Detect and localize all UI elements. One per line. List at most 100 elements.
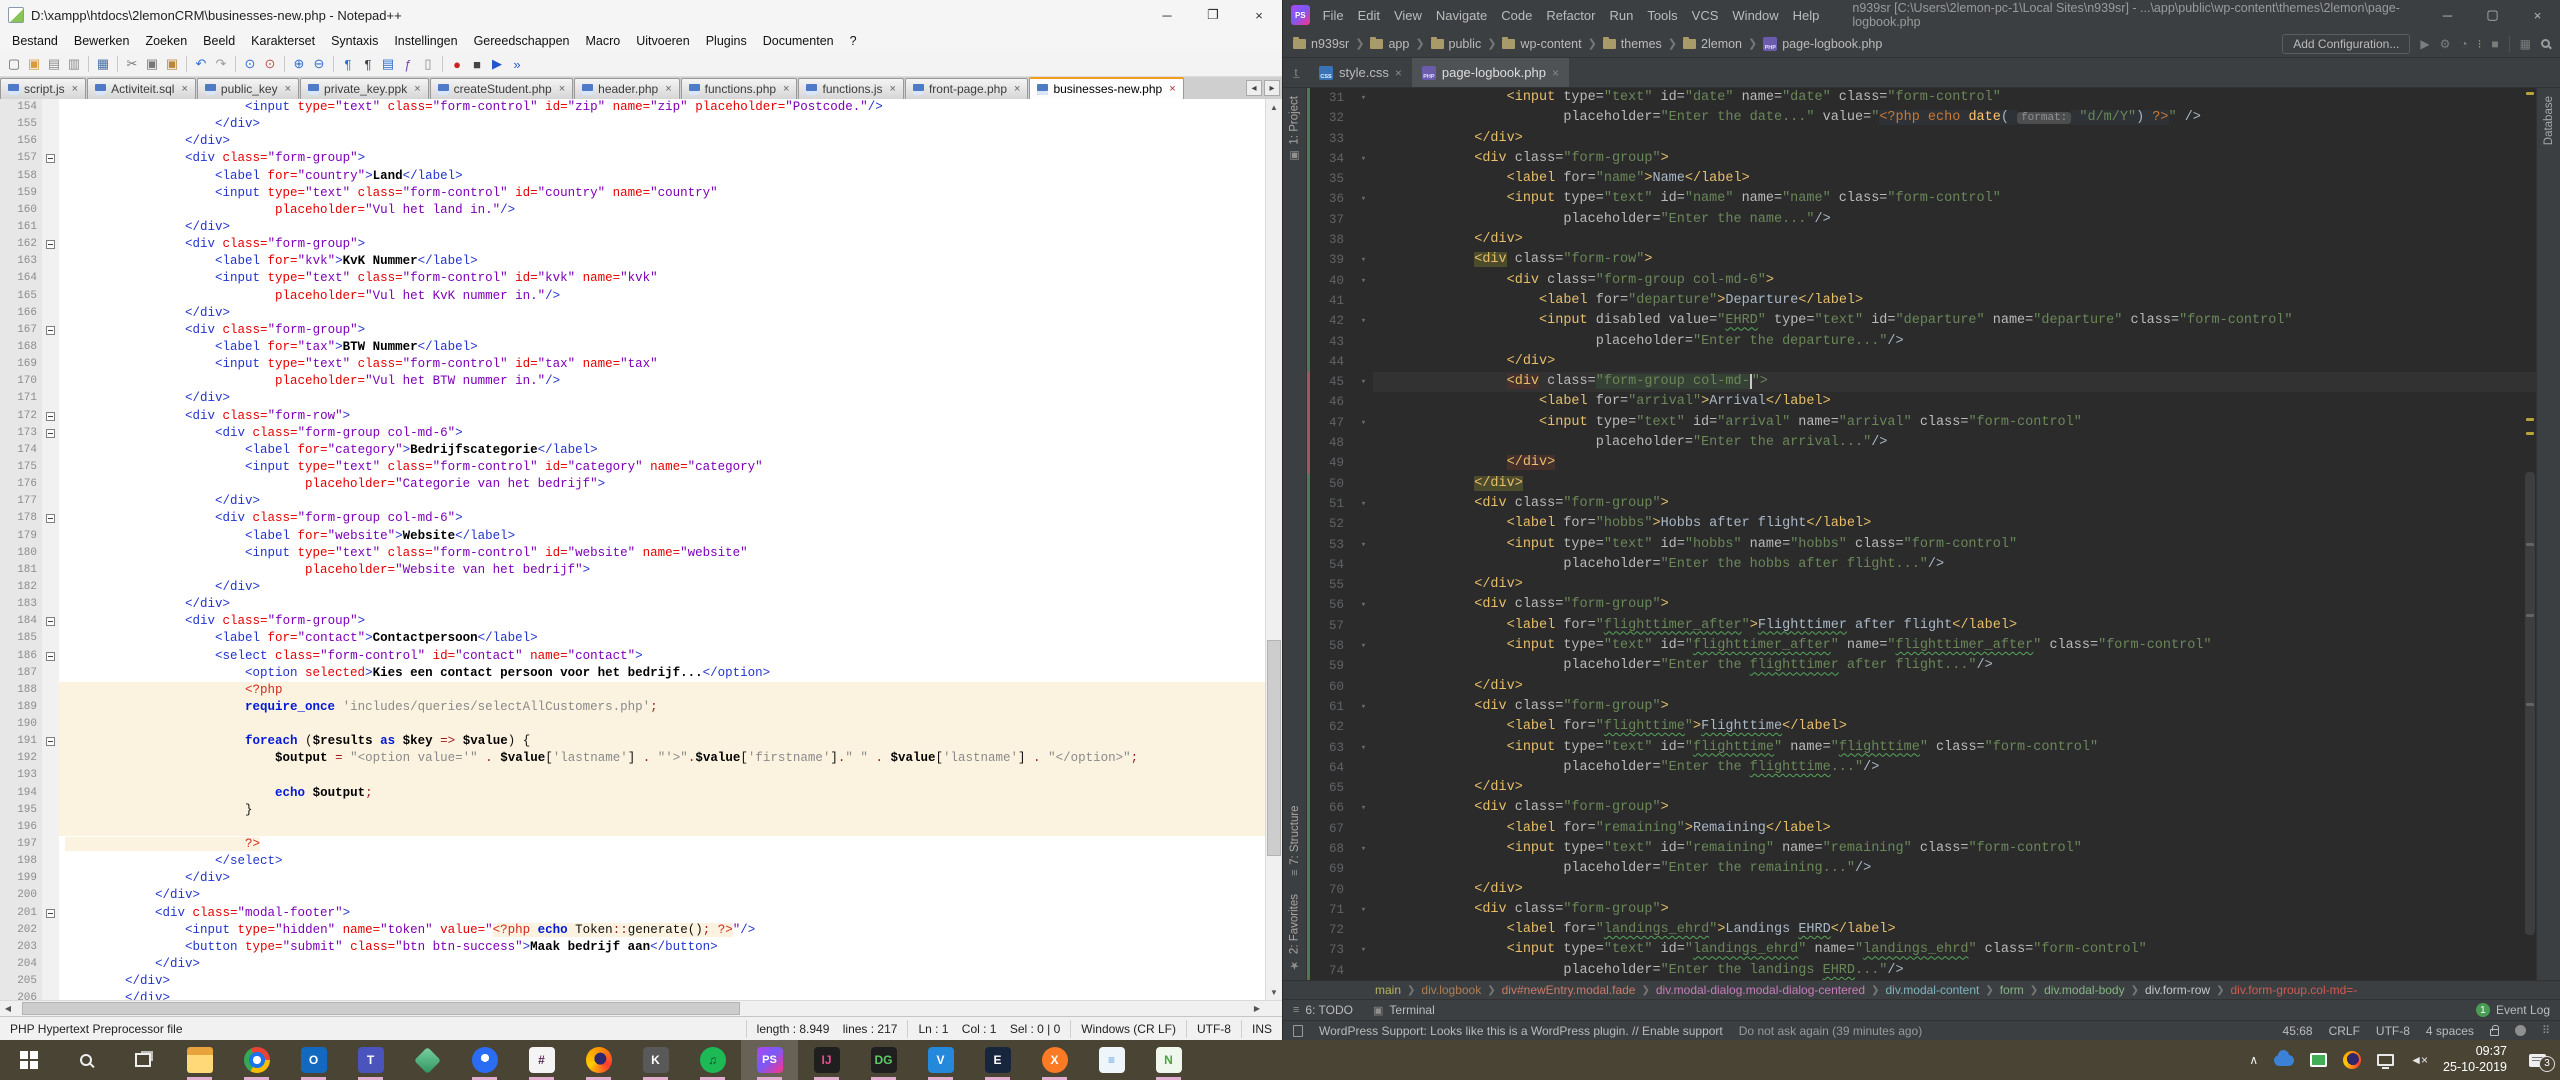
npp-code-line-186[interactable]: 186 <select class="form-control" id="con… [0, 647, 1265, 665]
menu-item-uitvoeren[interactable]: Uitvoeren [628, 34, 698, 48]
ps-code-line-42[interactable]: 42 ▾ <input disabled value="EHRD" type="t… [1307, 311, 2536, 332]
npp-code-line-165[interactable]: 165 placeholder="Vul het KvK nummer in."… [0, 287, 1265, 305]
record-macro-icon[interactable]: ● [447, 54, 467, 74]
menu-item-item[interactable]: ? [842, 34, 865, 48]
encoding-indicator[interactable]: UTF-8 [2376, 1024, 2410, 1038]
ps-minimize-button[interactable]: ─ [2425, 0, 2470, 30]
npp-close-button[interactable]: × [1236, 0, 1282, 30]
npp-code-line-175[interactable]: 175 <input type="text" class="form-contr… [0, 458, 1265, 477]
tab-functions-js[interactable]: functions.js × [798, 78, 904, 99]
taskbar-phpstorm[interactable]: PS [741, 1040, 798, 1080]
menu-item-plugins[interactable]: Plugins [698, 34, 755, 48]
volume-muted-icon[interactable]: ◄× [2410, 1053, 2428, 1067]
taskbar-sims-app[interactable] [399, 1040, 456, 1080]
menu-item-bestand[interactable]: Bestand [4, 34, 66, 48]
ps-code-line-73[interactable]: 73 ▾ <input type="text" id="landings_ehrd… [1307, 940, 2536, 961]
breadcrumb-div-form-row[interactable]: div.form-row [2145, 983, 2210, 997]
inspection-status-mark[interactable] [2526, 92, 2534, 95]
tab-scroll-right-icon[interactable]: ▸ [1264, 80, 1280, 96]
ps-code-line-49[interactable]: 49 </div> [1307, 453, 2536, 474]
npp-code-line-176[interactable]: 176 placeholder="Categorie van het bedri… [0, 476, 1265, 494]
tab-close-icon[interactable]: × [1169, 83, 1175, 95]
npp-encoding[interactable]: UTF-8 [1185, 1019, 1241, 1038]
ps-code-line-59[interactable]: 59 placeholder="Enter the flighttimer af… [1307, 656, 2536, 677]
menu-item-bewerken[interactable]: Bewerken [66, 34, 138, 48]
start-button[interactable] [0, 1040, 57, 1080]
word-wrap-icon[interactable]: ¶ [338, 54, 358, 74]
paste-icon[interactable]: ▣ [162, 54, 182, 74]
tab-close-icon[interactable]: × [414, 83, 420, 95]
npp-minimize-button[interactable]: ─ [1144, 0, 1190, 30]
npp-code-line-167[interactable]: 167 <div class="form-group"> [0, 321, 1265, 339]
stop-icon[interactable]: ■ [2491, 37, 2498, 51]
highlighting-level-icon[interactable] [2514, 1025, 2526, 1036]
menu-item-syntaxis[interactable]: Syntaxis [323, 34, 386, 48]
breadcrumb-form[interactable]: form [2000, 983, 2024, 997]
menu-item-edit[interactable]: Edit [1351, 8, 1387, 23]
tab-script-js[interactable]: script.js × [0, 78, 87, 99]
npp-code-line-193[interactable]: 193 [0, 767, 1265, 785]
taskbar-terminal-e-app[interactable]: E [969, 1040, 1026, 1080]
menu-item-navigate[interactable]: Navigate [1429, 8, 1494, 23]
search-everywhere-icon[interactable] [2541, 39, 2550, 48]
ps-code-line-69[interactable]: 69 placeholder="Enter the remaining..."/… [1307, 859, 2536, 880]
npp-code-line-185[interactable]: 185 <label for="contact">Contactpersoon<… [0, 630, 1265, 648]
ps-code-line-47[interactable]: 47 ▾ <input type="text" id="arrival" name… [1307, 412, 2536, 434]
show-symbols-icon[interactable]: ¶ [358, 54, 378, 74]
debug-icon[interactable]: ⚙ [2440, 37, 2451, 51]
npp-code-line-172[interactable]: 172 <div class="form-row"> [0, 407, 1265, 425]
tab-page-logbook-php[interactable]: PHP page-logbook.php × [1411, 58, 1569, 87]
npp-code-line-164[interactable]: 164 <input type="text" class="form-contr… [0, 270, 1265, 288]
taskbar-intellij-idea[interactable]: IJ [798, 1040, 855, 1080]
npp-code-line-196[interactable]: 196 [0, 818, 1265, 837]
taskbar-teams[interactable]: T [342, 1040, 399, 1080]
npp-code-line-166[interactable]: 166 </div> [0, 304, 1265, 322]
breadcrumb-page-logbook-php[interactable]: PHP page-logbook.php [1763, 36, 1882, 51]
toolwindow-project[interactable]: ▣ 1: Project [1288, 96, 1302, 163]
npp-horizontal-scrollbar[interactable]: ◀ ▶ [0, 1000, 1282, 1016]
npp-code-line-161[interactable]: 161 </div> [0, 218, 1265, 237]
taskbar-search-button[interactable] [57, 1040, 114, 1080]
ps-code-line-39[interactable]: 39 ▾ <div class="form-row"> [1307, 250, 2536, 271]
ps-code-line-68[interactable]: 68 ▾ <input type="text" id="remaining" na… [1307, 838, 2536, 860]
taskbar-datagrip[interactable]: DG [855, 1040, 912, 1080]
tab-private-key-ppk[interactable]: private_key.ppk × [300, 78, 429, 99]
tab-close-icon[interactable]: × [890, 83, 896, 95]
npp-code-line-170[interactable]: 170 placeholder="Vul het BTW nummer in."… [0, 373, 1265, 391]
tab-close-icon[interactable]: × [1552, 66, 1559, 80]
tab-public-key[interactable]: public_key × [196, 78, 300, 99]
npp-titlebar[interactable]: D:\xampp\htdocs\2lemonCRM\businesses-new… [0, 0, 1282, 30]
npp-hscroll-thumb[interactable] [22, 1002, 740, 1015]
tab-style-css[interactable]: CSS style.css × [1309, 58, 1412, 87]
warning-stripe-mark[interactable] [2526, 418, 2534, 422]
taskbar-chrome[interactable] [228, 1040, 285, 1080]
breadcrumb-div-modal-body[interactable]: div.modal-body [2044, 983, 2124, 997]
npp-code-line-159[interactable]: 159 <input type="text" class="form-contr… [0, 184, 1265, 202]
ps-code-line-37[interactable]: 37 placeholder="Enter the name..."/> [1307, 209, 2536, 231]
npp-code-line-177[interactable]: 177 </div> [0, 493, 1265, 511]
ps-code-line-71[interactable]: 71 ▾ <div class="form-group"> [1307, 899, 2536, 921]
ps-code-line-34[interactable]: 34 ▾ <div class="form-group"> [1307, 148, 2536, 170]
menu-item-zoeken[interactable]: Zoeken [137, 34, 195, 48]
npp-code-line-174[interactable]: 174 <label for="category">Bedrijfscatego… [0, 441, 1265, 459]
npp-code-line-173[interactable]: 173 <div class="form-group col-md-6"> [0, 424, 1265, 442]
npp-code-line-206[interactable]: 206 </div> [0, 990, 1265, 1000]
tab-activiteit-sql[interactable]: Activiteit.sql × [87, 78, 196, 99]
menu-item-vcs[interactable]: VCS [1685, 8, 1726, 23]
taskbar-spotify[interactable]: ♫ [684, 1040, 741, 1080]
menu-item-beeld[interactable]: Beeld [195, 34, 243, 48]
npp-code-line-182[interactable]: 182 </div> [0, 578, 1265, 597]
play-macro-icon[interactable]: ▶ [487, 54, 507, 74]
npp-editor[interactable]: 154 <input type="text" class="form-contr… [0, 99, 1265, 1000]
npp-code-line-189[interactable]: 189 require_once 'includes/queries/selec… [0, 698, 1265, 717]
npp-code-line-202[interactable]: 202 <input type="hidden" name="token" va… [0, 921, 1265, 939]
caret-position[interactable]: 45:68 [2283, 1024, 2313, 1038]
menu-item-refactor[interactable]: Refactor [1539, 8, 1602, 23]
taskbar-password-lock-app[interactable]: K [627, 1040, 684, 1080]
ps-code-line-36[interactable]: 36 ▾ <input type="text" id="name" name="n… [1307, 189, 2536, 210]
hide-toolwindows-icon[interactable] [1293, 1024, 1303, 1037]
breadcrumb-wp-content[interactable]: wp-content [1502, 36, 1582, 51]
npp-code-line-169[interactable]: 169 <input type="text" class="form-contr… [0, 356, 1265, 374]
ps-code-line-67[interactable]: 67 <label for="remaining">Remaining</lab… [1307, 818, 2536, 839]
taskbar-notepad-plus-plus[interactable]: N [1140, 1040, 1197, 1080]
